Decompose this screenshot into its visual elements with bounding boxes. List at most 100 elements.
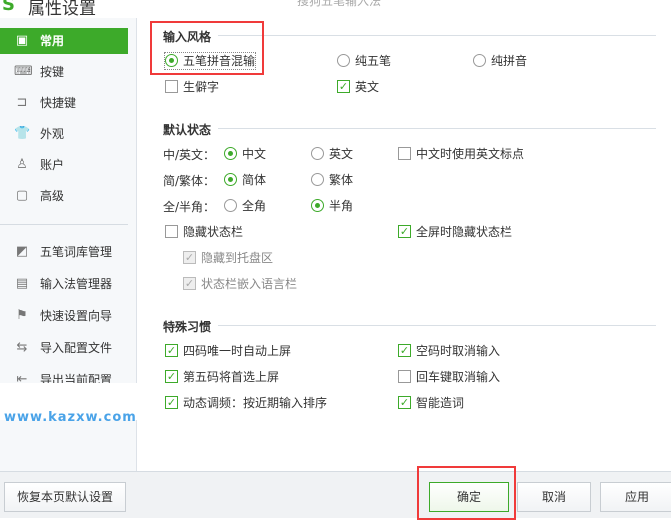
radio-english[interactable]: 英文 <box>311 146 353 162</box>
nav-label: 五笔词库管理 <box>40 245 113 259</box>
label: 隐藏状态栏 <box>183 225 244 239</box>
label: 动态调频：按近期输入排序 <box>183 396 328 410</box>
tool-import-config[interactable]: ⇆ 导入配置文件 <box>0 335 128 361</box>
label: 英文 <box>329 147 354 161</box>
label: 繁体 <box>329 173 354 187</box>
checkbox-embed-langbar[interactable]: ✓ 状态栏嵌入语言栏 <box>183 276 297 292</box>
checkbox-english-punct[interactable]: 中文时使用英文标点 <box>398 146 524 162</box>
radio-traditional[interactable]: 繁体 <box>311 172 353 188</box>
advanced-icon: ▢ <box>15 188 29 203</box>
checkbox-habit[interactable]: ✓ 四码唯一时自动上屏 <box>165 343 291 359</box>
tool-setup-wizard[interactable]: ⚑ 快速设置向导 <box>0 303 128 329</box>
nav-label: 按键 <box>40 65 65 79</box>
label: 简体 <box>242 173 267 187</box>
nav-label: 外观 <box>40 127 65 141</box>
radio-full-width[interactable]: 全角 <box>224 198 266 214</box>
book-icon: ◩ <box>15 244 29 259</box>
divider <box>218 128 656 129</box>
checkbox-habit[interactable]: ✓ 第五码将首选上屏 <box>165 369 279 385</box>
label: 空码时取消输入 <box>416 344 501 358</box>
label: 第五码将首选上屏 <box>183 370 280 384</box>
sidebar-item-advanced[interactable]: ▢ 高级 <box>0 183 128 209</box>
label: 回车键取消输入 <box>416 370 501 384</box>
window-subtitle: 搜狗五笔输入法 <box>297 0 382 8</box>
row-label: 全/半角： <box>163 200 216 214</box>
nav-label: 导入配置文件 <box>40 341 113 355</box>
radio-selected <box>224 147 237 160</box>
highlight-box <box>150 21 264 75</box>
check-icon: ✓ <box>398 225 411 238</box>
label: 智能造词 <box>416 396 465 410</box>
radio <box>224 199 237 212</box>
window-title: 属性设置 <box>28 0 96 19</box>
nav-label: 快捷键 <box>40 96 77 110</box>
check-icon: ✓ <box>165 370 178 383</box>
check-icon: ✓ <box>337 80 350 93</box>
restore-defaults-button[interactable]: 恢复本页默认设置 <box>4 482 126 512</box>
app-logo-icon: S <box>2 0 15 15</box>
row-label: 简/繁体： <box>163 174 216 188</box>
nav-label: 高级 <box>40 189 65 203</box>
radio-pure-wubi[interactable]: 纯五笔 <box>337 53 391 69</box>
label: 四码唯一时自动上屏 <box>183 344 292 358</box>
divider <box>218 35 656 36</box>
checkbox-hide-status[interactable]: 隐藏状态栏 <box>165 224 243 240</box>
label: 半角 <box>329 199 354 213</box>
cancel-button[interactable]: 取消 <box>517 482 591 512</box>
check-icon: ✓ <box>398 344 411 357</box>
label: 状态栏嵌入语言栏 <box>201 277 298 291</box>
label: 中文时使用英文标点 <box>416 147 525 161</box>
keyboard-icon: ⌨ <box>14 64 33 79</box>
checkbox-habit[interactable]: 回车键取消输入 <box>398 369 500 385</box>
sidebar-item-appearance[interactable]: 👕 外观 <box>0 121 128 147</box>
sidebar-item-shortcuts[interactable]: ⊐ 快捷键 <box>0 90 128 116</box>
label: 英文 <box>355 80 380 94</box>
check-icon: ✓ <box>398 396 411 409</box>
shortcut-icon: ⊐ <box>16 95 28 110</box>
row-label: 中/英文： <box>163 148 216 162</box>
sidebar-item-general[interactable]: ▣ 常用 <box>0 28 128 54</box>
apply-button[interactable]: 应用 <box>600 482 671 512</box>
section-habits: 特殊习惯 <box>163 320 212 334</box>
sidebar-divider <box>0 224 128 225</box>
checkbox-rare-chars[interactable]: 生僻字 <box>165 79 219 95</box>
label: 隐藏到托盘区 <box>201 251 274 265</box>
label: 全屏时隐藏状态栏 <box>416 225 513 239</box>
checkbox-habit[interactable]: ✓ 动态调频：按近期输入排序 <box>165 395 327 411</box>
radio-selected <box>311 199 324 212</box>
checkbox <box>398 147 411 160</box>
checkbox <box>165 225 178 238</box>
nav-label: 账户 <box>40 158 65 172</box>
nav-label: 输入法管理器 <box>40 277 113 291</box>
nav-label: 常用 <box>40 34 65 48</box>
nav-label: 快速设置向导 <box>40 309 113 323</box>
bottom-bar: 恢复本页默认设置 确定 取消 应用 <box>0 471 671 518</box>
radio-chinese[interactable]: 中文 <box>224 146 266 162</box>
checkbox-habit[interactable]: ✓ 空码时取消输入 <box>398 343 500 359</box>
user-icon: ♙ <box>16 157 28 172</box>
checkbox-english[interactable]: ✓ 英文 <box>337 79 379 95</box>
flag-icon: ⚑ <box>16 308 28 323</box>
radio-simplified[interactable]: 简体 <box>224 172 266 188</box>
radio <box>337 54 350 67</box>
radio <box>311 173 324 186</box>
tool-wubi-dict[interactable]: ◩ 五笔词库管理 <box>0 239 128 265</box>
label: 纯五笔 <box>355 54 392 68</box>
section-default-state: 默认状态 <box>163 123 212 137</box>
list-icon: ▤ <box>15 276 29 291</box>
label: 中文 <box>242 147 267 161</box>
tool-ime-manager[interactable]: ▤ 输入法管理器 <box>0 271 128 297</box>
sidebar-item-account[interactable]: ♙ 账户 <box>0 152 128 178</box>
radio <box>311 147 324 160</box>
radio-pure-pinyin[interactable]: 纯拼音 <box>473 53 527 69</box>
swap-icon: ⇆ <box>16 340 28 355</box>
radio-half-width[interactable]: 半角 <box>311 198 353 214</box>
check-icon: ✓ <box>183 251 196 264</box>
checkbox-habit[interactable]: ✓ 智能造词 <box>398 395 464 411</box>
shirt-icon: 👕 <box>14 126 31 141</box>
divider <box>218 325 656 326</box>
checkbox-hide-tray[interactable]: ✓ 隐藏到托盘区 <box>183 250 273 266</box>
sidebar-item-keys[interactable]: ⌨ 按键 <box>0 59 128 85</box>
check-icon: ✓ <box>165 396 178 409</box>
checkbox-hide-fullscreen[interactable]: ✓ 全屏时隐藏状态栏 <box>398 224 512 240</box>
